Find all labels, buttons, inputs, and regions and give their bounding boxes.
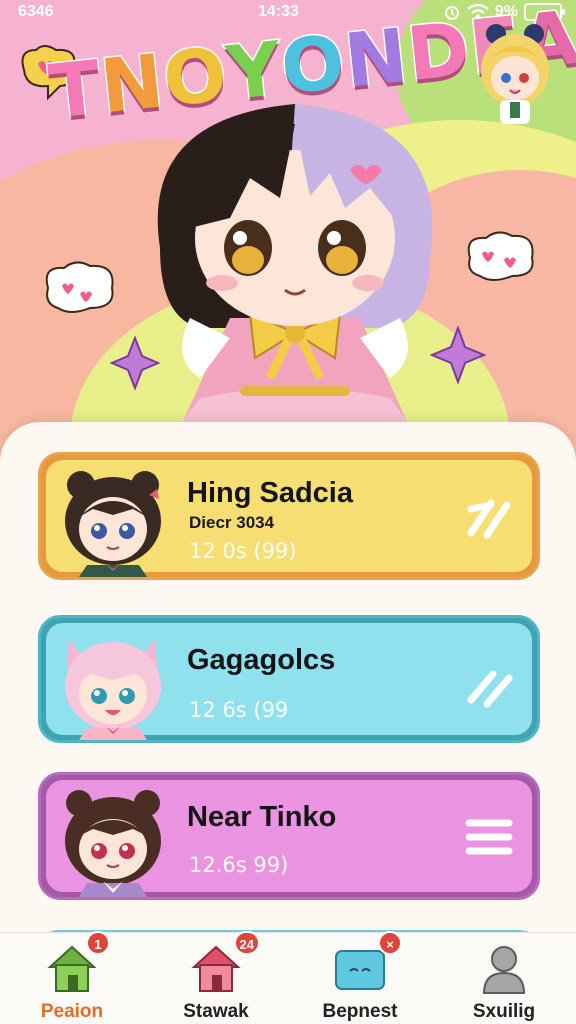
brown-bear-girl-avatar [65, 790, 161, 897]
character-card[interactable]: Near Tinko 12.6s 99) [38, 772, 540, 900]
character-card[interactable]: Gagagolcs 12 6s (99 [38, 615, 540, 743]
mini-character-avatar [481, 24, 549, 124]
menu-lines-icon[interactable] [463, 811, 515, 863]
notification-badge: 1 [86, 931, 110, 955]
notification-badge: × [378, 931, 402, 955]
sparkle-icon [430, 326, 486, 384]
card-title: Gagagolcs [187, 644, 336, 676]
nav-label: Sxuilig [472, 1001, 536, 1022]
nav-item-peaion[interactable]: 1 Peaion [0, 931, 144, 1024]
sparkle-icon [110, 336, 160, 390]
profile-icon [482, 946, 526, 994]
nav-label: Bepnest [322, 1001, 398, 1022]
card-meta: 12 0s (99) [189, 539, 297, 563]
card-title: Near Tinko [187, 801, 337, 833]
heart-bubble-icon [467, 231, 534, 281]
nav-item-stawak[interactable]: 24 Stawak [144, 931, 288, 1024]
hero-character-illustration [157, 104, 433, 438]
card-subtitle: Diecr 3034 [189, 513, 275, 532]
nav-label: Stawak [183, 1001, 249, 1022]
bear-ear-girl-avatar [65, 471, 161, 577]
clock-text: 14:33 [258, 3, 299, 20]
card-meta: 12 6s (99 [189, 698, 289, 722]
card-meta: 12.6s 99) [189, 853, 289, 877]
character-card[interactable]: Hing Sadcia Diecr 3034 12 0s (99) [38, 452, 540, 580]
nav-label: Peaion [40, 1001, 104, 1022]
nav-item-bepnest[interactable]: × Bepnest [288, 931, 432, 1024]
nav-item-sxuilig[interactable]: Sxuilig [432, 933, 576, 1024]
notification-badge: 24 [233, 931, 260, 955]
heart-bubble-icon [45, 261, 114, 313]
hero-banner: 6346 14:33 9% TNOYONDEA [0, 0, 576, 470]
bottom-navigation: 1 Peaion 24 Stawak × Bepnest Sxuilig [0, 931, 576, 1024]
double-slash-icon[interactable] [463, 491, 515, 543]
double-slash-icon[interactable] [463, 658, 515, 710]
carrier-text: 6346 [18, 3, 54, 20]
pink-cat-girl-avatar [65, 638, 161, 740]
card-title: Hing Sadcia [187, 477, 353, 509]
